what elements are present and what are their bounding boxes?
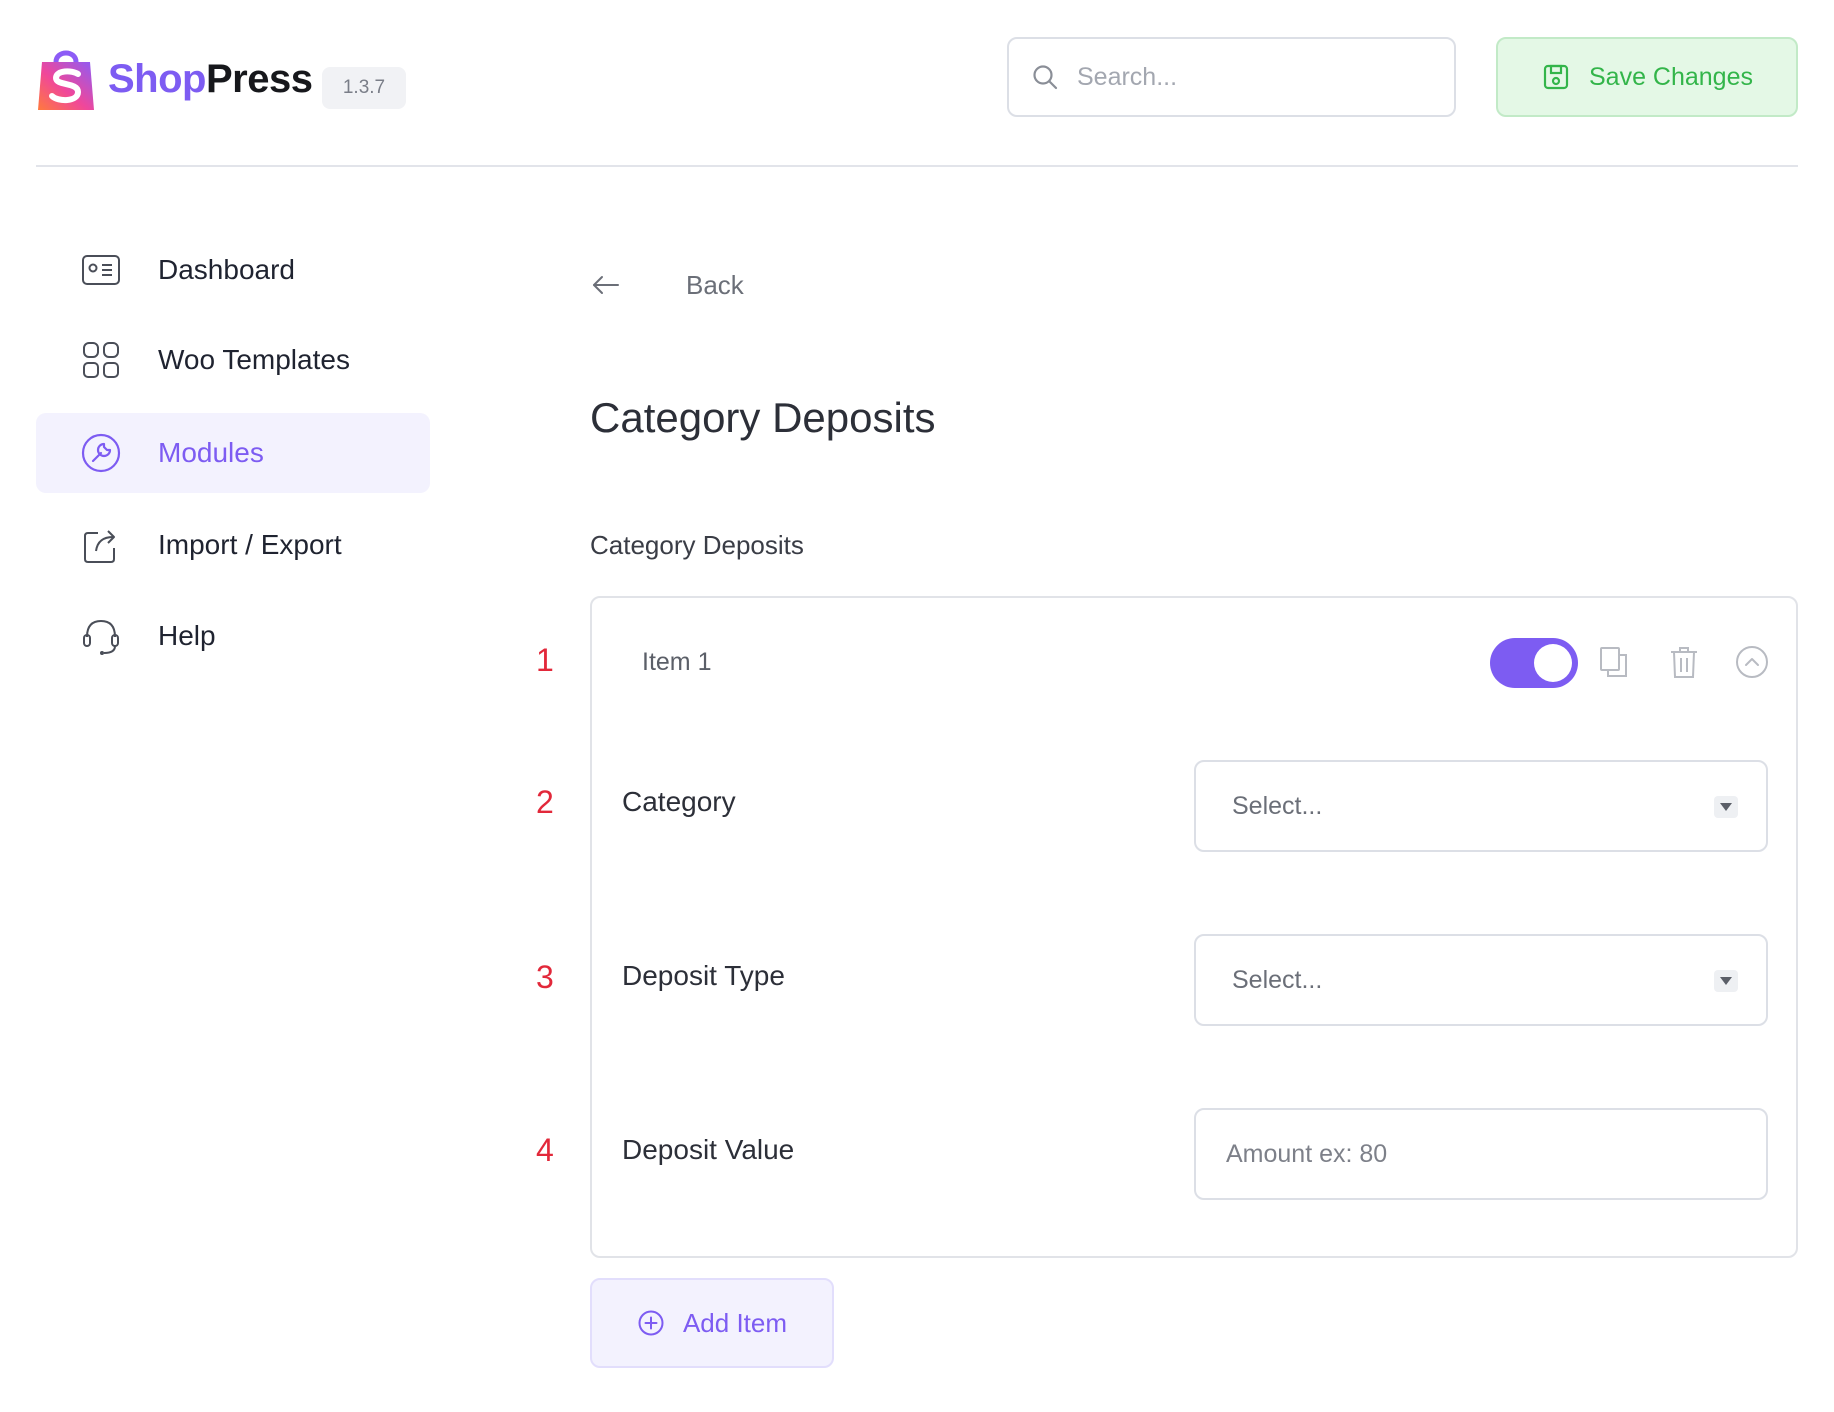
headset-icon bbox=[83, 619, 119, 655]
header-divider bbox=[36, 165, 1798, 167]
sidebar-item-import-export[interactable]: Import / Export bbox=[36, 505, 430, 585]
caret-down-icon bbox=[1714, 796, 1738, 818]
search-input[interactable] bbox=[1075, 61, 1415, 93]
back-link[interactable]: Back bbox=[590, 262, 744, 308]
sidebar-item-help[interactable]: Help bbox=[36, 596, 430, 676]
add-item-button[interactable]: Add Item bbox=[590, 1278, 834, 1368]
brand-name-shop: Shop bbox=[108, 57, 206, 101]
deposit-type-select[interactable]: Select... bbox=[1194, 934, 1768, 1026]
deposit-type-select-value: Select... bbox=[1232, 965, 1323, 994]
sidebar-item-label: Dashboard bbox=[158, 254, 295, 285]
chevron-up-circle-icon bbox=[1736, 646, 1768, 678]
deposit-type-label: Deposit Type bbox=[622, 960, 785, 991]
sidebar-item-label: Import / Export bbox=[158, 529, 342, 560]
grid-icon bbox=[83, 342, 119, 378]
version-badge: 1.3.7 bbox=[322, 67, 406, 109]
repeater-item-card: Item 1 Category Select... Deposit Type S… bbox=[590, 596, 1798, 1258]
deposit-value-input[interactable] bbox=[1194, 1108, 1768, 1200]
top-header: ShopPress 1.3.7 Save Changes bbox=[0, 0, 1834, 167]
item-title: Item 1 bbox=[642, 648, 712, 676]
shopping-bag-s-icon bbox=[38, 50, 94, 110]
sidebar-item-label: Modules bbox=[158, 437, 264, 468]
duplicate-button[interactable] bbox=[1594, 642, 1634, 682]
sidebar-item-modules[interactable]: Modules bbox=[36, 413, 430, 493]
sidebar-item-label: Help bbox=[158, 620, 216, 651]
toggle-knob bbox=[1534, 644, 1572, 682]
floppy-disk-icon bbox=[1543, 64, 1569, 90]
category-select-value: Select... bbox=[1232, 791, 1323, 820]
search-icon bbox=[1033, 65, 1058, 90]
caret-down-icon bbox=[1714, 970, 1738, 992]
back-label: Back bbox=[686, 269, 744, 300]
plus-circle-icon bbox=[638, 1310, 664, 1336]
callout-number: 3 bbox=[536, 959, 554, 995]
id-card-icon bbox=[82, 255, 120, 285]
category-label: Category bbox=[622, 786, 736, 817]
brand-name: ShopPress bbox=[108, 57, 313, 101]
sidebar-item-label: Woo Templates bbox=[158, 344, 350, 375]
sidebar-item-woo-templates[interactable]: Woo Templates bbox=[36, 320, 430, 400]
category-select[interactable]: Select... bbox=[1194, 760, 1768, 852]
deposit-value-label: Deposit Value bbox=[622, 1134, 795, 1165]
search-box[interactable] bbox=[1007, 37, 1456, 117]
delete-button[interactable] bbox=[1664, 642, 1704, 682]
item-enable-toggle[interactable] bbox=[1490, 638, 1578, 688]
wrench-circle-icon bbox=[81, 433, 121, 473]
save-changes-label: Save Changes bbox=[1588, 62, 1753, 91]
section-label: Category Deposits bbox=[590, 530, 804, 560]
page-title: Category Deposits bbox=[590, 394, 936, 441]
duplicate-icon bbox=[1600, 647, 1627, 677]
export-icon bbox=[84, 530, 115, 563]
collapse-button[interactable] bbox=[1732, 642, 1772, 682]
add-item-label: Add Item bbox=[682, 1307, 788, 1338]
brand-name-press: Press bbox=[205, 57, 313, 101]
callout-number: 4 bbox=[536, 1132, 554, 1168]
callout-number: 2 bbox=[536, 784, 554, 820]
callout-number: 1 bbox=[536, 642, 554, 678]
arrow-left-icon bbox=[593, 276, 619, 294]
trash-icon bbox=[1671, 647, 1697, 678]
sidebar-item-dashboard[interactable]: Dashboard bbox=[36, 230, 430, 310]
brand-logo[interactable]: ShopPress bbox=[36, 44, 313, 114]
save-changes-button[interactable]: Save Changes bbox=[1496, 37, 1798, 117]
